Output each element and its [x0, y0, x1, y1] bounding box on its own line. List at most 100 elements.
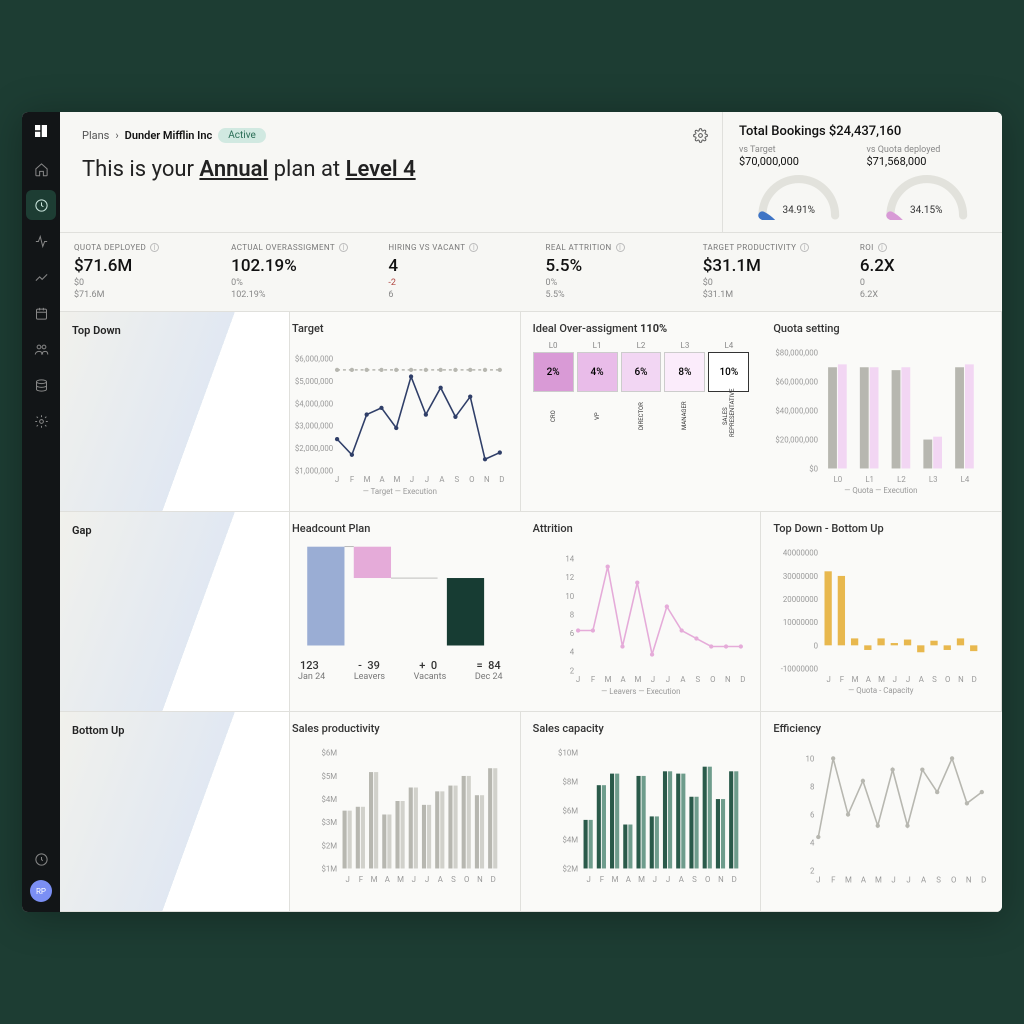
info-icon[interactable]: i [469, 243, 478, 252]
svg-text:N: N [477, 875, 483, 884]
metric-sub2: 6 [388, 290, 516, 302]
metric-sub1: 0% [546, 278, 674, 290]
nav-trends[interactable] [26, 262, 56, 292]
svg-text:J: J [345, 875, 349, 884]
metric-label: REAL ATTRITIONi [546, 243, 674, 252]
nav-history[interactable] [26, 844, 56, 874]
svg-text:M: M [394, 476, 401, 485]
svg-text:$10M: $10M [558, 749, 578, 758]
chart-headcount: Headcount Plan 123- 39+ 0= 84 Jan 24Leav… [280, 512, 521, 712]
svg-text:M: M [634, 675, 641, 684]
metric-sub2: $71.6M [74, 290, 202, 302]
chart-title: Headcount Plan [292, 522, 509, 535]
svg-text:10: 10 [565, 592, 574, 601]
avatar[interactable]: RP [30, 880, 52, 902]
logo-icon [32, 122, 50, 140]
overassign-col: L4 10% SALES REPRESENTATIVE [708, 341, 749, 437]
svg-text:J: J [907, 876, 911, 885]
svg-text:$8M: $8M [562, 778, 578, 787]
gauge-vs-target: vs Target $70,000,000 34.91% [739, 145, 859, 220]
svg-text:O: O [705, 875, 710, 884]
svg-text:D: D [491, 875, 496, 884]
svg-text:$2,000,000: $2,000,000 [295, 444, 333, 453]
svg-text:8: 8 [810, 783, 814, 792]
svg-text:10000000: 10000000 [783, 618, 818, 627]
plan-settings-button[interactable] [693, 128, 708, 147]
overassign-col: L0 2% CRO [533, 341, 574, 437]
svg-text:$40,000,000: $40,000,000 [776, 407, 819, 416]
svg-text:$6,000,000: $6,000,000 [295, 355, 333, 364]
page-title: This is your Annual plan at Level 4 [82, 157, 700, 182]
info-icon[interactable]: i [878, 243, 887, 252]
metric-hiring vs vacant: HIRING VS VACANTi 4 -2 6 [373, 233, 530, 311]
svg-text:F: F [831, 876, 836, 885]
plan-type[interactable]: Annual [199, 157, 268, 182]
nav-home[interactable] [26, 154, 56, 184]
nav-plans[interactable] [26, 190, 56, 220]
row-label: Gap [60, 512, 290, 712]
svg-text:2: 2 [810, 867, 815, 876]
svg-text:O: O [945, 675, 950, 684]
metric-sub1: $0 [703, 278, 831, 290]
svg-text:$80,000,000: $80,000,000 [776, 349, 819, 358]
metric-value: $31.1M [703, 256, 831, 276]
chart-topdown_bottomup: Top Down - Bottom Up-1000000001000000020… [761, 512, 1002, 712]
svg-text:J: J [893, 675, 897, 684]
app-frame: RP Plans › Dunder Mifflin Inc Active Thi… [22, 112, 1002, 912]
svg-text:6: 6 [569, 629, 574, 638]
metric-label: HIRING VS VACANTi [388, 243, 516, 252]
nav-settings[interactable] [26, 406, 56, 436]
svg-text:F: F [359, 875, 364, 884]
metric-label: ACTUAL OVERASSIGMENTi [231, 243, 359, 252]
metric-label: TARGET PRODUCTIVITYi [703, 243, 831, 252]
svg-text:A: A [678, 875, 683, 884]
svg-text:N: N [725, 675, 731, 684]
svg-text:40000000: 40000000 [783, 549, 818, 558]
svg-text:S: S [692, 875, 697, 884]
chart-title: Attrition [533, 522, 749, 535]
svg-text:$4,000,000: $4,000,000 [295, 400, 333, 409]
overassign-col: L2 6% DIRECTOR [621, 341, 662, 437]
metric-sub1: 0% [231, 278, 359, 290]
nav-activity[interactable] [26, 226, 56, 256]
svg-text:20000000: 20000000 [783, 595, 818, 604]
svg-text:A: A [861, 876, 867, 885]
chart-sales_capacity: Sales capacity$2M$4M$6M$8M$10MJFMAMJJASO… [521, 712, 762, 912]
chart-efficiency: Efficiency246810JFMAMJJASOND [761, 712, 1002, 912]
svg-text:30000000: 30000000 [783, 572, 818, 581]
svg-text:A: A [438, 875, 443, 884]
nav-people[interactable] [26, 334, 56, 364]
status-badge: Active [218, 128, 266, 143]
chart-attrition: Attrition2468101214JFMAMJJASOND— Leavers… [521, 512, 762, 712]
svg-text:$4M: $4M [562, 836, 578, 845]
svg-text:— Target — Execution: — Target — Execution [363, 487, 437, 496]
svg-text:$6M: $6M [321, 749, 337, 758]
chevron-right-icon: › [115, 129, 118, 142]
svg-text:— Quota - Capacity: — Quota - Capacity [848, 686, 914, 695]
breadcrumb-root[interactable]: Plans [82, 129, 109, 142]
nav-calendar[interactable] [26, 298, 56, 328]
overassign-table: L0 2% CRO L1 4% VP L2 6% DIRECTOR L3 8% … [533, 341, 750, 437]
svg-text:J: J [425, 476, 429, 485]
nav-data[interactable] [26, 370, 56, 400]
svg-text:M: M [845, 876, 852, 885]
plan-level[interactable]: Level 4 [346, 157, 416, 182]
svg-text:A: A [379, 476, 384, 485]
svg-text:A: A [866, 675, 871, 684]
metric-sub1: 0 [860, 278, 988, 290]
metric-value: 6.2X [860, 256, 988, 276]
svg-text:— Leavers — Execution: — Leavers — Execution [601, 687, 680, 696]
overassign-col: L3 8% MANAGER [664, 341, 705, 437]
svg-text:$20,000,000: $20,000,000 [776, 436, 819, 445]
info-icon[interactable]: i [339, 243, 348, 252]
chart-title: Sales capacity [533, 722, 749, 735]
svg-text:L3: L3 [929, 476, 938, 485]
chart-title: Top Down - Bottom Up [773, 522, 989, 535]
svg-text:$3,000,000: $3,000,000 [295, 422, 333, 431]
info-icon[interactable]: i [616, 243, 625, 252]
svg-text:D: D [731, 875, 736, 884]
info-icon[interactable]: i [150, 243, 159, 252]
metric-sub1: -2 [388, 278, 516, 290]
chart-title: Ideal Over-assigment 110% [533, 322, 750, 335]
info-icon[interactable]: i [800, 243, 809, 252]
